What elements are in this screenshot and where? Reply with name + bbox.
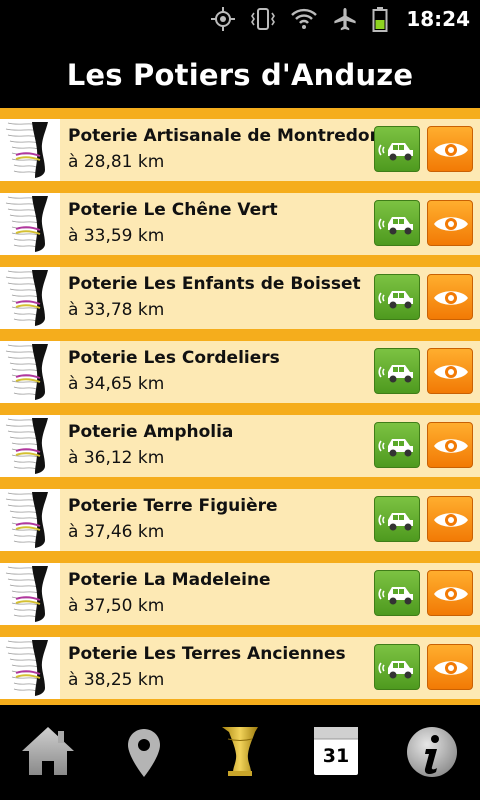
potter-name: Poterie Les Cordeliers [68,348,280,368]
drive-button[interactable] [374,200,420,246]
potter-name: Poterie La Madeleine [68,570,271,590]
wifi-icon [290,6,318,32]
vase-thumbnail [0,267,60,329]
eye-icon [434,439,468,453]
drive-button[interactable] [374,274,420,320]
vase-thumbnail [0,341,60,403]
potter-name: Poterie Terre Figuière [68,496,278,516]
drive-button[interactable] [374,496,420,542]
view-button[interactable] [427,274,473,320]
drive-button[interactable] [374,348,420,394]
page-title: Les Potiers d'Anduze [66,58,414,92]
list-item[interactable]: Poterie La Madeleine à 37,50 km [0,563,480,625]
view-button[interactable] [427,570,473,616]
potter-distance: à 36,12 km [68,448,165,468]
airplane-icon [332,6,358,32]
potter-name: Poterie Les Terres Anciennes [68,644,346,664]
map-pin-icon [128,729,160,777]
car-icon [378,143,413,161]
vase-thumbnail [0,563,60,625]
drive-button[interactable] [374,644,420,690]
vase-thumbnail [0,489,60,551]
drive-button[interactable] [374,126,420,172]
nav-calendar[interactable]: 31 [288,705,384,800]
status-icons [210,6,388,32]
potter-distance: à 37,50 km [68,596,165,616]
potter-distance: à 33,78 km [68,300,165,320]
view-button[interactable] [427,348,473,394]
nav-map[interactable] [96,705,192,800]
potter-name: Poterie Les Enfants de Boisset [68,274,361,294]
vase-thumbnail [0,193,60,255]
status-bar: 18:24 [0,0,480,38]
potter-distance: à 33,59 km [68,226,165,246]
vase-icon [222,727,258,776]
eye-icon [434,661,468,675]
potter-distance: à 34,65 km [68,374,165,394]
car-icon [378,291,413,309]
nav-potters[interactable] [192,705,288,800]
battery-icon [372,6,388,32]
calendar-day: 31 [322,745,350,767]
nav-home[interactable] [0,705,96,800]
list-item[interactable]: Poterie Terre Figuière à 37,46 km [0,489,480,551]
vase-thumbnail [0,415,60,477]
home-icon [22,727,74,775]
view-button[interactable] [427,200,473,246]
bottom-nav: 31 [0,705,480,800]
potter-name: Poterie Ampholia [68,422,234,442]
drive-button[interactable] [374,570,420,616]
view-button[interactable] [427,422,473,468]
list-item[interactable]: Poterie Le Chêne Vert à 33,59 km [0,193,480,255]
eye-icon [434,587,468,601]
title-bar: Les Potiers d'Anduze [0,38,480,108]
clock: 18:24 [406,7,470,31]
car-icon [378,587,413,605]
gps-icon [210,6,236,32]
list-item[interactable]: Poterie Artisanale de Montredon à 28,81 … [0,119,480,181]
potter-list[interactable]: Poterie Artisanale de Montredon à 28,81 … [0,108,480,705]
eye-icon [434,291,468,305]
view-button[interactable] [427,644,473,690]
car-icon [378,513,413,531]
vibrate-icon [250,6,276,32]
list-item[interactable]: Poterie Les Cordeliers à 34,65 km [0,341,480,403]
vase-thumbnail [0,119,60,181]
view-button[interactable] [427,496,473,542]
car-icon [378,217,413,235]
view-button[interactable] [427,126,473,172]
eye-icon [434,217,468,231]
list-item[interactable]: Poterie Les Enfants de Boisset à 33,78 k… [0,267,480,329]
car-icon [378,661,413,679]
potter-distance: à 38,25 km [68,670,165,690]
nav-info[interactable] [384,705,480,800]
potter-name: Poterie Le Chêne Vert [68,200,278,220]
eye-icon [434,513,468,527]
potter-name: Poterie Artisanale de Montredon [68,126,382,146]
potter-distance: à 37,46 km [68,522,165,542]
car-icon [378,439,413,457]
eye-icon [434,143,468,157]
car-icon [378,365,413,383]
vase-thumbnail [0,637,60,699]
info-icon [407,727,457,777]
drive-button[interactable] [374,422,420,468]
potter-distance: à 28,81 km [68,152,165,172]
list-item[interactable]: Poterie Les Terres Anciennes à 38,25 km [0,637,480,699]
list-item[interactable]: Poterie Ampholia à 36,12 km [0,415,480,477]
eye-icon [434,365,468,379]
